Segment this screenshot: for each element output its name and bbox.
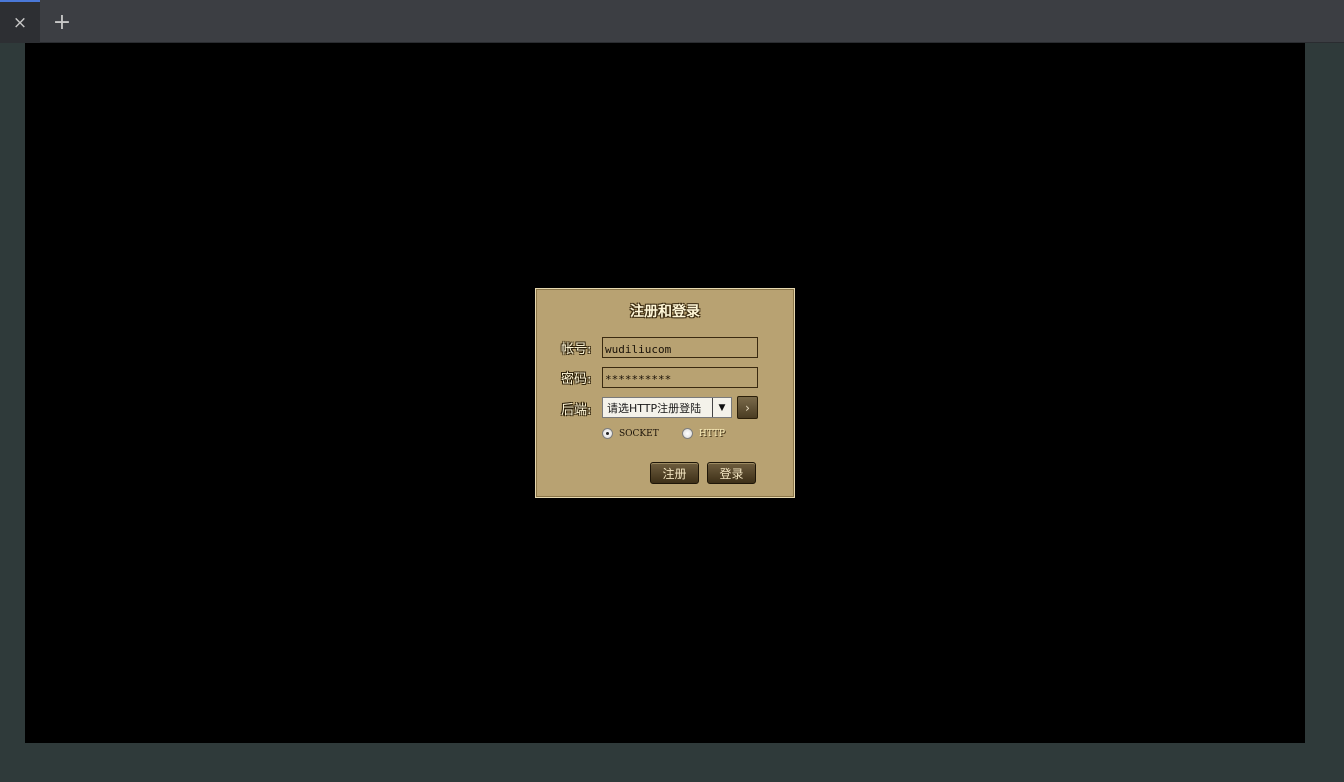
account-label: 帐号: — [561, 342, 592, 357]
new-tab-button[interactable]: + — [48, 8, 76, 36]
chevron-down-icon[interactable]: ▼ — [712, 398, 731, 417]
backend-label: 后端: — [561, 403, 592, 418]
account-input[interactable] — [602, 337, 758, 358]
register-button[interactable]: 注册 — [650, 462, 699, 484]
backend-select-value: 请选HTTP注册登陆 — [607, 401, 702, 415]
browser-tab-bar: × + — [0, 0, 1344, 43]
plus-icon[interactable]: + — [53, 10, 71, 35]
radio-socket-label: SOCKET — [619, 428, 659, 439]
radio-http[interactable]: HTTP — [682, 428, 725, 439]
login-dialog: 注册和登录 帐号: 密码: 后端: 请选HTTP注册登陆 ▼ › SOCKET … — [535, 288, 795, 498]
radio-http-dot[interactable] — [682, 428, 693, 439]
password-label: 密码: — [561, 372, 592, 387]
backend-go-button[interactable]: › — [737, 396, 758, 419]
password-input[interactable] — [602, 367, 758, 388]
game-viewport: 注册和登录 帐号: 密码: 后端: 请选HTTP注册登陆 ▼ › SOCKET … — [25, 43, 1305, 743]
radio-socket-dot[interactable] — [602, 428, 613, 439]
chevron-right-icon: › — [745, 400, 750, 415]
login-button[interactable]: 登录 — [707, 462, 756, 484]
tab-close-button[interactable]: × — [0, 0, 40, 43]
radio-http-label: HTTP — [699, 428, 726, 439]
backend-select[interactable]: 请选HTTP注册登陆 ▼ — [602, 397, 732, 418]
close-icon[interactable]: × — [13, 13, 27, 33]
dialog-title: 注册和登录 — [630, 304, 700, 320]
radio-socket[interactable]: SOCKET — [602, 428, 659, 439]
